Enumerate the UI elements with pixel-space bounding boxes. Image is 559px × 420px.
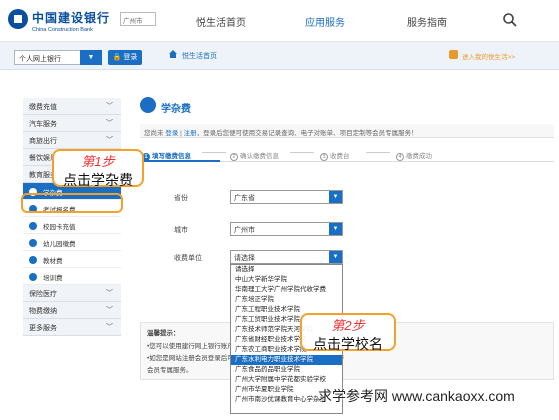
nav-home[interactable]: 悦生活首页 [196, 14, 246, 29]
chevron-down-icon: ﹀ [106, 290, 113, 297]
watermark: 求学参考网 www.cankaoxx.com [318, 388, 515, 404]
chevron-down-icon: ▼ [329, 251, 342, 263]
dropdown-option[interactable]: 广州大学附属中学花都实验学校 [231, 375, 342, 385]
tuition-title-icon [140, 97, 156, 113]
top-header: 中国建设银行 China Construction Bank 广州市 悦生活首页… [0, 0, 559, 42]
step1-callout: 第1步 点击学杂费 [52, 149, 144, 188]
sidebar-sub-kindergarten[interactable]: 幼儿园缴费 [23, 234, 121, 251]
step2-title: 第2步 [331, 318, 365, 333]
bank-logo[interactable]: 中国建设银行 China Construction Bank [32, 9, 110, 33]
ccb-logo-icon [8, 9, 28, 29]
sidebar-item-more[interactable]: 更多服务 ﹀ [23, 319, 121, 336]
step-label: 收费台 [330, 153, 350, 160]
chevron-down-icon: ▼ [329, 191, 342, 203]
dropdown-option[interactable]: 中山大学新华学院 [231, 275, 342, 285]
step1-text: 点击学杂费 [63, 172, 133, 188]
nav-app-services[interactable]: 应用服务 [305, 14, 345, 29]
sidebar-item-car[interactable]: 汽车服务 ﹀ [23, 115, 121, 132]
sidebar-sub-label: 校园卡充值 [43, 224, 76, 231]
dropdown-option[interactable]: 广东培正学院 [231, 295, 342, 305]
city-select-field[interactable]: 广州市 ▼ [230, 222, 343, 236]
sidebar-sub-training[interactable]: 培训费 [23, 268, 121, 285]
sidebar-sub-label: 教材费 [43, 258, 63, 265]
chevron-down-icon: ﹀ [106, 307, 113, 314]
step-2: 2 确认缴费信息 [230, 150, 279, 161]
step-number: 3 [320, 153, 328, 161]
training-icon [29, 273, 37, 281]
sidebar-item-label: 汽车服务 [29, 121, 57, 128]
page-title: 学杂费 [161, 104, 191, 115]
city-value: 广州市 [234, 227, 255, 234]
step-4: 4 缴费成功 [396, 150, 432, 161]
city-label: 城市 [174, 227, 188, 234]
login-label: 登录 [123, 54, 138, 61]
step-3: 3 收费台 [320, 150, 350, 161]
search-icon[interactable] [502, 12, 518, 28]
notice-register-link[interactable]: 注册 [184, 130, 197, 137]
chevron-down-icon: ﹀ [106, 137, 113, 144]
sidebar-item-label: 保险医疗 [29, 291, 57, 298]
user-card-icon [449, 50, 458, 59]
city-select[interactable]: 广州市 [120, 12, 156, 26]
sidebar-sub-label: 幼儿园缴费 [43, 241, 76, 248]
dropdown-option[interactable]: 广东食品药品职业学院 [231, 365, 342, 375]
chevron-down-icon[interactable]: ▼ [80, 50, 102, 65]
login-notice: 您尚未 登录 | 注册，登录后您便可使用交易记录查询、电子对账单、项目定制等会员… [140, 124, 554, 138]
book-icon [29, 256, 37, 264]
notice-prefix: 您尚未 [144, 130, 164, 137]
sidebar-item-label: 物费缴纳 [29, 308, 57, 315]
step-divider [202, 152, 226, 153]
step2-text: 点击学校名 [313, 336, 383, 352]
step-number: 2 [230, 153, 238, 161]
step1-highlight [21, 193, 123, 213]
unit-label: 收费单位 [174, 255, 202, 262]
logo-en-text: China Construction Bank [32, 27, 93, 33]
step-divider [290, 152, 314, 153]
dropdown-option[interactable]: 华南理工大学广州学院代收学费 [231, 285, 342, 295]
sidebar-item-label: 商旅出行 [29, 138, 57, 145]
notice-separator: | [180, 130, 182, 137]
my-life-link[interactable]: 进入我的悦生活>> [462, 51, 515, 61]
payee-unit-select[interactable]: 请选择 ▼ [230, 250, 343, 264]
nav-service-guide[interactable]: 服务指南 [407, 14, 447, 29]
home-icon [169, 50, 177, 58]
sidebar-sub-label: 培训费 [43, 275, 63, 282]
sidebar-item-insurance[interactable]: 保险医疗 ﹀ [23, 285, 121, 302]
step1-title: 第1步 [81, 154, 115, 169]
step2-callout: 第2步 点击学校名 [300, 313, 396, 352]
step-number: 4 [396, 153, 404, 161]
login-button[interactable]: 🔒 登录 [108, 50, 142, 65]
sidebar-item-label: 更多服务 [29, 325, 57, 332]
sidebar: 缴费充值﹀ 汽车服务﹀ 商旅出行﹀ 餐饮娱乐﹀ 教育服务︿ 学杂费 考试报名费 … [23, 98, 121, 336]
sidebar-item-travel[interactable]: 商旅出行 ﹀ [23, 132, 121, 149]
chevron-down-icon: ﹀ [106, 120, 113, 127]
step-label: 确认缴费信息 [240, 153, 279, 160]
province-label: 省份 [174, 195, 188, 202]
kindergarten-icon [29, 239, 37, 247]
card-icon [29, 222, 37, 230]
payee-unit-value: 请选择 [234, 255, 255, 262]
notice-suffix: ，登录后您便可使用交易记录查询、电子对账单、项目定制等会员专属服务！ [196, 130, 418, 137]
dropdown-option[interactable]: 广东水利电力职业技术学院 [231, 355, 342, 365]
dropdown-option[interactable]: 请选择 [231, 265, 342, 275]
province-select[interactable]: 广东省 ▼ [230, 190, 343, 204]
step-label: 缴费成功 [406, 153, 432, 160]
step-divider [366, 152, 390, 153]
sidebar-item-property[interactable]: 物费缴纳 ﹀ [23, 302, 121, 319]
sidebar-sub-textbook[interactable]: 教材费 [23, 251, 121, 268]
chevron-down-icon: ▼ [329, 223, 342, 235]
sidebar-sub-campus-card[interactable]: 校园卡充值 [23, 217, 121, 234]
chevron-down-icon: ﹀ [106, 103, 113, 110]
active-step-bar [140, 160, 220, 162]
step-label: 填写缴费信息 [152, 153, 191, 160]
logo-cn-text: 中国建设银行 [32, 11, 111, 25]
tips-line: 会员专属服务。 [147, 367, 193, 374]
chevron-down-icon: ﹀ [106, 324, 113, 331]
notice-login-link[interactable]: 登录 [165, 130, 178, 137]
breadcrumb[interactable]: 悦生活首页 [182, 51, 217, 61]
province-value: 广东省 [234, 195, 255, 202]
sidebar-item-label: 缴费充值 [29, 104, 57, 111]
sidebar-item-payment[interactable]: 缴费充值 ﹀ [23, 98, 121, 115]
